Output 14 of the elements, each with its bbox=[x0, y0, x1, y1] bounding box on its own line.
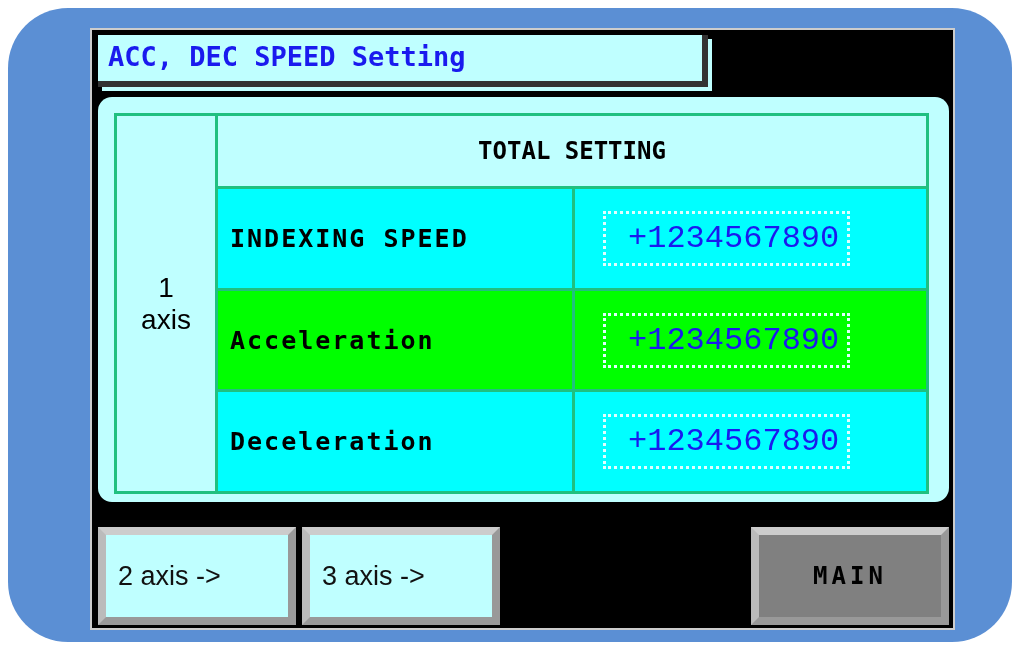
setting-row[interactable]: Acceleration +1234567890 bbox=[218, 290, 926, 393]
value-field[interactable]: +1234567890 bbox=[603, 210, 851, 266]
value-field[interactable]: +1234567890 bbox=[603, 414, 851, 470]
axis-button[interactable]: 3 axis -> bbox=[302, 527, 500, 625]
value-field[interactable]: +1234567890 bbox=[603, 312, 851, 368]
setting-label: Acceleration bbox=[218, 290, 575, 390]
axis-label: axis bbox=[141, 303, 191, 336]
axis-label: 1 bbox=[158, 271, 174, 304]
setting-label: INDEXING SPEED bbox=[218, 189, 575, 288]
setting-row[interactable]: Deceleration +1234567890 bbox=[218, 392, 926, 491]
setting-row[interactable]: INDEXING SPEED +1234567890 bbox=[218, 189, 926, 291]
axis-button[interactable]: 2 axis -> bbox=[98, 527, 296, 625]
main-button[interactable]: MAIN bbox=[751, 527, 949, 625]
setting-label: Deceleration bbox=[218, 392, 575, 491]
